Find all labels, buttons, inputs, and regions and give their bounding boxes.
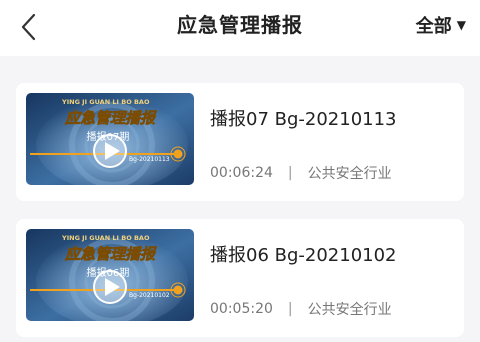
thumb-banner-text: YING JI GUAN LI BO BAO — [61, 98, 150, 106]
filter-label: 全部 — [415, 16, 452, 37]
video-duration: 00:05:20 — [210, 301, 273, 317]
video-meta: 00:06:24 | 公共安全行业 — [210, 163, 392, 183]
video-category: 公共安全行业 — [307, 302, 392, 318]
thumbnail-art: YING JI GUAN LI BO BAO 应急管理播报 播报06期 Bg-2… — [26, 229, 194, 321]
page-title: 应急管理播报 — [177, 13, 303, 37]
thumb-headline-text: 应急管理播报 — [64, 109, 157, 127]
thumb-date-text: Bg-20210102 — [129, 292, 170, 299]
filter-dropdown[interactable]: 全部 ▼ — [416, 10, 466, 40]
play-icon[interactable] — [93, 134, 127, 168]
thumb-headline-text: 应急管理播报 — [64, 245, 157, 263]
video-title[interactable]: 播报06 Bg-20210102 — [210, 241, 397, 267]
video-card[interactable]: YING JI GUAN LI BO BAO 应急管理播报 播报06期 Bg-2… — [16, 219, 464, 337]
video-thumbnail[interactable]: YING JI GUAN LI BO BAO 应急管理播报 播报06期 Bg-2… — [26, 229, 194, 321]
thumbnail-art: YING JI GUAN LI BO BAO 应急管理播报 播报07期 Bg-2… — [26, 93, 194, 185]
thumb-banner-text: YING JI GUAN LI BO BAO — [61, 234, 150, 242]
video-thumbnail[interactable]: YING JI GUAN LI BO BAO 应急管理播报 播报07期 Bg-2… — [26, 93, 194, 185]
video-card[interactable]: YING JI GUAN LI BO BAO 应急管理播报 播报07期 Bg-2… — [16, 83, 464, 201]
video-duration: 00:06:24 — [210, 165, 273, 181]
chevron-down-icon: ▼ — [456, 18, 466, 32]
video-meta: 00:05:20 | 公共安全行业 — [210, 299, 392, 319]
video-title[interactable]: 播报07 Bg-20210113 — [210, 105, 397, 131]
video-category: 公共安全行业 — [307, 166, 392, 182]
thumb-date-text: Bg-20210113 — [129, 156, 170, 163]
meta-separator: | — [287, 301, 293, 317]
app-header: 应急管理播报 全部 ▼ — [0, 0, 480, 56]
meta-separator: | — [287, 165, 293, 181]
play-icon[interactable] — [93, 270, 127, 304]
